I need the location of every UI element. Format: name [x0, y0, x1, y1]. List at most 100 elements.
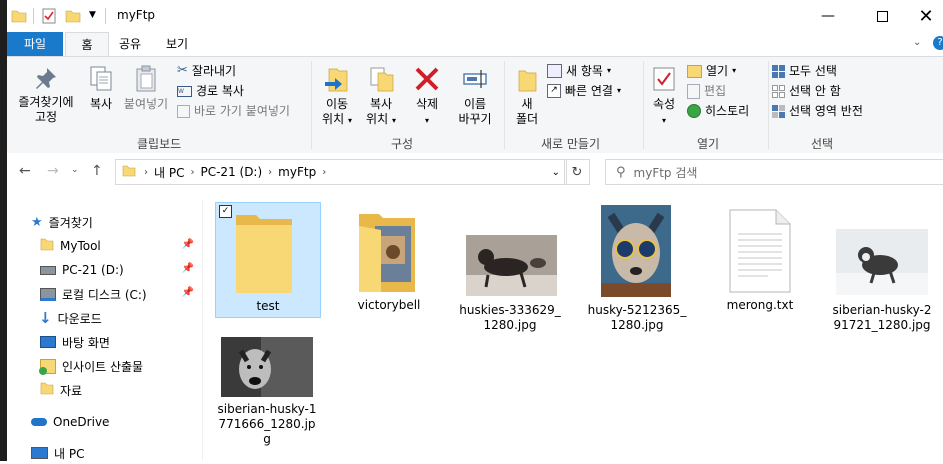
- address-bar[interactable]: › 내 PC › PC-21 (D:) › myFtp › ⌄: [115, 159, 567, 185]
- sidebar-item-local-disk-c[interactable]: 로컬 디스크 (C:) 📌: [7, 283, 202, 305]
- new-folder-button[interactable]: 새 폴더: [507, 65, 547, 127]
- history-label: 히스토리: [705, 104, 750, 118]
- select-all-label: 모두 선택: [789, 64, 837, 78]
- pin-to-quick-access-button[interactable]: 즐겨찾기에 고정: [11, 65, 81, 125]
- select-none-icon: [772, 84, 785, 98]
- recent-locations-icon[interactable]: ⌄: [71, 165, 79, 175]
- group-separator: [643, 61, 644, 149]
- copy-button[interactable]: 복사: [81, 65, 121, 112]
- select-none-button[interactable]: 선택 안 함: [772, 81, 841, 101]
- rename-icon: [463, 70, 487, 88]
- image-thumbnail: [221, 337, 313, 397]
- delete-x-icon: [415, 67, 439, 91]
- select-all-icon: [772, 64, 785, 78]
- group-separator: [504, 61, 505, 149]
- sidebar-item-desktop[interactable]: 바탕 화면: [7, 331, 202, 353]
- search-box[interactable]: ⚲ myFtp 검색: [605, 159, 943, 185]
- close-button[interactable]: ✕: [903, 0, 943, 32]
- sidebar-item-data[interactable]: 자료: [7, 379, 202, 401]
- file-item-test[interactable]: ✓ test: [215, 202, 321, 318]
- sidebar-item-quick-access[interactable]: ★ 즐겨찾기: [7, 211, 202, 233]
- move-to-button[interactable]: 이동 위치 ▾: [317, 65, 357, 128]
- qat-separator: [33, 8, 34, 24]
- open-button[interactable]: 열기 ▾: [687, 61, 736, 81]
- copy-label: 복사: [89, 97, 113, 111]
- new-item-button[interactable]: 새 항목 ▾: [547, 61, 611, 81]
- paste-button[interactable]: 붙여넣기: [121, 65, 171, 112]
- sidebar-item-drive-d[interactable]: PC-21 (D:) 📌: [7, 259, 202, 281]
- sidebar-item-label: 자료: [60, 383, 83, 398]
- select-all-button[interactable]: 모두 선택: [772, 61, 837, 81]
- image-thumbnail: [601, 205, 671, 297]
- paste-label: 붙여넣기: [123, 97, 169, 111]
- file-item-siberian-husky-291721[interactable]: siberian-husky-2 91721_1280.jpg: [830, 202, 934, 332]
- delete-label: 삭제: [415, 97, 439, 111]
- maximize-button[interactable]: [859, 0, 905, 32]
- up-arrow-icon[interactable]: ↑: [91, 163, 103, 179]
- item-checkbox-icon[interactable]: ✓: [219, 205, 232, 218]
- text-file-icon: [729, 209, 791, 293]
- breadcrumb-chevron-icon: ›: [190, 166, 195, 178]
- search-icon: ⚲: [616, 164, 626, 180]
- file-item-victorybell[interactable]: victorybell: [337, 202, 441, 316]
- tab-share[interactable]: 공유: [109, 32, 151, 56]
- delete-button[interactable]: 삭제 ▾: [409, 65, 445, 128]
- history-button[interactable]: 히스토리: [687, 101, 749, 121]
- refresh-button[interactable]: ↻: [564, 159, 590, 185]
- image-thumbnail: [466, 235, 557, 296]
- open-label: 열기: [706, 64, 729, 78]
- address-dropdown-icon[interactable]: ⌄: [552, 167, 560, 178]
- ribbon-collapse-icon[interactable]: ⌄: [913, 37, 921, 48]
- help-icon[interactable]: ?: [933, 36, 943, 50]
- properties-label: 속성: [652, 97, 676, 111]
- copy-path-button[interactable]: W 경로 복사: [177, 81, 244, 101]
- new-folder-label-2: 폴더: [515, 112, 539, 126]
- pin-label-2: 고정: [34, 110, 58, 124]
- file-item-siberian-husky-1771666[interactable]: siberian-husky-1 771666_1280.jp g: [215, 334, 319, 458]
- tab-file[interactable]: 파일: [7, 32, 63, 56]
- tab-home[interactable]: 홈: [65, 32, 109, 57]
- file-item-huskies-333629[interactable]: huskies-333629_ 1280.jpg: [458, 202, 562, 332]
- breadcrumb-this-pc[interactable]: 내 PC: [154, 164, 184, 181]
- easy-access-button[interactable]: ↗ 빠른 연결 ▾: [547, 81, 621, 101]
- minimize-button[interactable]: —: [805, 0, 851, 32]
- search-placeholder: myFtp 검색: [633, 165, 698, 180]
- file-item-merong-txt[interactable]: merong.txt: [708, 202, 812, 316]
- forward-arrow-icon[interactable]: →: [47, 163, 59, 179]
- qat-separator: [105, 8, 106, 24]
- navigation-pane: ★ 즐겨찾기 MyTool 📌 PC-21 (D:) 📌 로컬 디스크 (C:)…: [7, 200, 203, 461]
- sidebar-item-insight[interactable]: 인사이트 산출물: [7, 355, 202, 377]
- file-name-line: 1280.jpg: [610, 318, 664, 332]
- easy-access-label: 빠른 연결: [565, 84, 613, 98]
- file-item-husky-5212365[interactable]: husky-5212365_ 1280.jpg: [585, 202, 689, 332]
- file-name-line: g: [263, 432, 271, 446]
- copy-to-label-1: 복사: [369, 97, 393, 111]
- rename-label-2: 바꾸기: [458, 112, 492, 126]
- pin-icon: 📌: [181, 287, 194, 298]
- history-icon: [687, 104, 701, 118]
- sidebar-item-label: 즐겨찾기: [48, 215, 93, 230]
- desktop-icon: [40, 336, 56, 348]
- breadcrumb-current[interactable]: myFtp: [278, 165, 316, 179]
- qat-customize-icon[interactable]: ▼: [89, 10, 96, 20]
- rename-label-1: 이름: [463, 97, 487, 111]
- back-arrow-icon[interactable]: ←: [19, 163, 31, 179]
- sidebar-item-label: 내 PC: [54, 446, 85, 461]
- invert-selection-button[interactable]: 선택 영역 반전: [772, 101, 863, 121]
- cut-button[interactable]: ✂ 잘라내기: [177, 61, 236, 81]
- sidebar-item-onedrive[interactable]: OneDrive: [7, 411, 202, 433]
- properties-button[interactable]: 속성 ▾: [645, 65, 683, 128]
- breadcrumb-drive[interactable]: PC-21 (D:): [200, 165, 262, 179]
- invert-selection-label: 선택 영역 반전: [789, 104, 863, 118]
- edit-button[interactable]: 편집: [687, 81, 726, 101]
- sidebar-item-downloads[interactable]: ↓ 다운로드: [7, 307, 202, 329]
- sidebar-item-mytool[interactable]: MyTool 📌: [7, 235, 202, 257]
- pin-icon: [36, 68, 56, 89]
- properties-quick-icon[interactable]: [41, 8, 57, 27]
- copy-to-button[interactable]: 복사 위치 ▾: [361, 65, 401, 128]
- new-folder-quick-icon[interactable]: [65, 9, 81, 26]
- paste-shortcut-button[interactable]: 바로 가기 붙여넣기: [177, 101, 290, 121]
- tab-view[interactable]: 보기: [153, 32, 201, 56]
- synced-folder-icon: [39, 358, 56, 375]
- rename-button[interactable]: 이름 바꾸기: [451, 65, 499, 127]
